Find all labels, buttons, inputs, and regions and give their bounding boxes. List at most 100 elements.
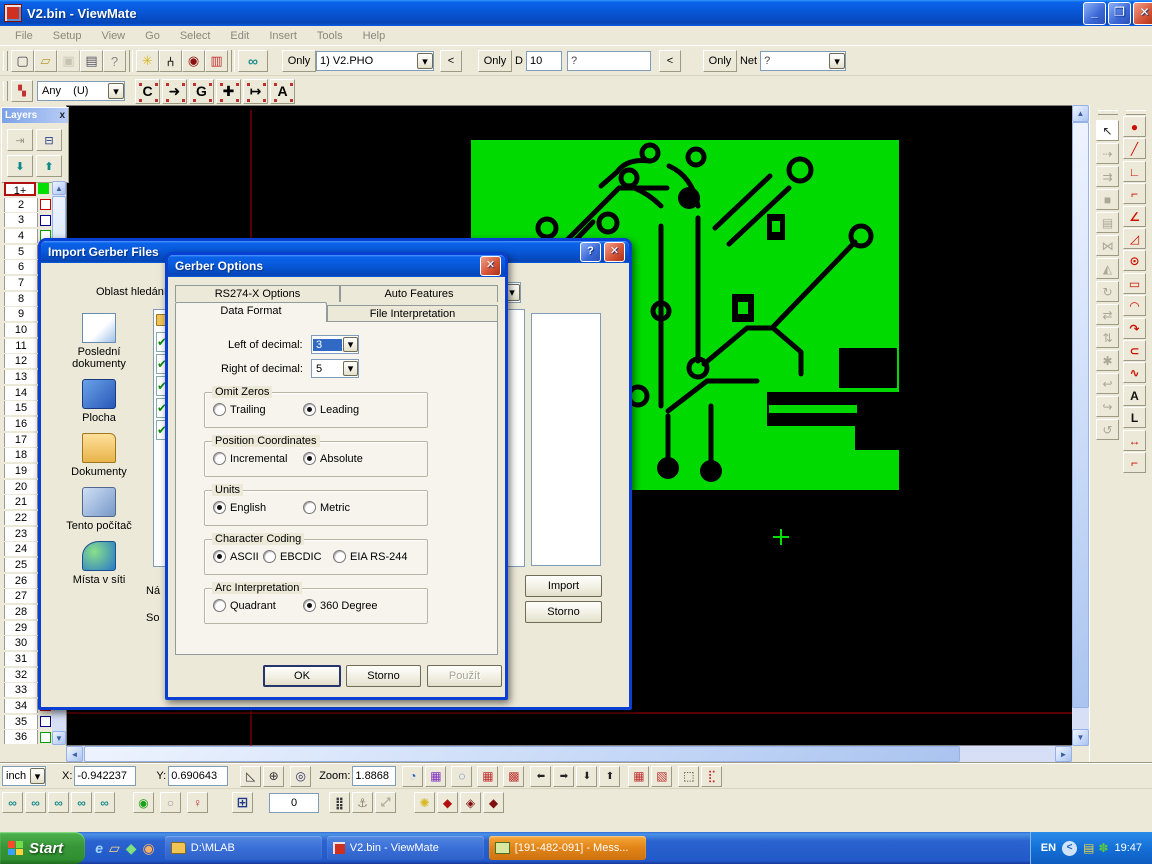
task-button[interactable]: V2.bin - ViewMate: [327, 836, 484, 860]
aperture-flash-icon[interactable]: ✺: [414, 792, 435, 813]
anchor-icon[interactable]: ⚓: [352, 792, 373, 813]
radio-option-ebcdic[interactable]: EBCDIC: [263, 550, 322, 563]
close-button[interactable]: ✕: [1133, 2, 1152, 25]
layer-row[interactable]: 2: [4, 197, 52, 213]
select-cross-button[interactable]: ✚: [216, 79, 241, 104]
pan-up-icon[interactable]: ⬆: [599, 766, 620, 787]
dcode-query-input[interactable]: ?: [567, 51, 651, 71]
tab-file-interpretation[interactable]: File Interpretation: [327, 305, 498, 322]
menu-insert[interactable]: Insert: [260, 28, 306, 44]
radio-option-leading[interactable]: Leading: [303, 403, 359, 416]
draw-polyline-icon[interactable]: ∟: [1123, 161, 1146, 182]
layer-swatch[interactable]: [38, 183, 49, 194]
layer-select[interactable]: 1) V2.PHO▾: [316, 51, 434, 71]
print-icon[interactable]: ▤: [80, 50, 103, 72]
open-file-icon[interactable]: ▱: [34, 50, 57, 72]
dropdown-icon[interactable]: ▾: [343, 361, 358, 376]
start-button[interactable]: Start: [0, 832, 85, 864]
import-close-button[interactable]: ✕: [604, 242, 625, 262]
menu-go[interactable]: Go: [136, 28, 169, 44]
zoom-grid-icon[interactable]: ▦: [425, 766, 446, 787]
radio-option-quadrant[interactable]: Quadrant: [213, 599, 276, 612]
scope-dropdown-icon[interactable]: ▾: [108, 83, 124, 99]
scroll-left-button[interactable]: ◄: [66, 746, 83, 762]
aperture-spin-icon[interactable]: ◈: [460, 792, 481, 813]
layers-scroll-down[interactable]: ▼: [52, 731, 66, 745]
canvas-hscrollbar[interactable]: ◄ ►: [66, 746, 1072, 762]
view-all-glasses-icon[interactable]: ∞: [2, 792, 23, 813]
draw-chord-icon[interactable]: ◠: [1123, 295, 1146, 316]
place-network[interactable]: Místa v síti: [51, 541, 147, 586]
menu-edit[interactable]: Edit: [221, 28, 258, 44]
measure-calipers-icon[interactable]: ⑃: [159, 50, 182, 72]
toolbar-gripper[interactable]: [3, 51, 8, 71]
only-layer-button[interactable]: Only: [282, 50, 316, 72]
import-button[interactable]: Import: [525, 575, 602, 597]
draw-curve-icon[interactable]: ∿: [1123, 362, 1146, 383]
draw-bend-icon[interactable]: ⌐: [1123, 452, 1146, 473]
layer-row[interactable]: 1+: [4, 181, 52, 197]
layer-dropdown-icon[interactable]: ▾: [417, 53, 433, 69]
radio-option-ascii[interactable]: ASCII: [213, 550, 259, 563]
draw-text-icon[interactable]: A: [1123, 385, 1146, 406]
clock[interactable]: 19:47: [1114, 842, 1142, 854]
gerber-cancel-button[interactable]: Storno: [346, 665, 421, 687]
messenger-tray-icon[interactable]: ▤: [1083, 841, 1094, 855]
folder-launch-icon[interactable]: ▱: [109, 840, 120, 857]
ie-icon[interactable]: e: [95, 840, 103, 856]
scroll-down-button[interactable]: ▼: [1072, 729, 1089, 746]
step-points-icon[interactable]: ⤢: [375, 792, 396, 813]
draw-pad-icon[interactable]: ●: [1123, 116, 1146, 137]
pan-right-icon[interactable]: ➡: [553, 766, 574, 787]
select-a-button[interactable]: A: [270, 79, 295, 104]
lamp-probe-icon[interactable]: ♀: [187, 792, 208, 813]
radio-option-metric[interactable]: Metric: [303, 501, 350, 514]
only-net-button[interactable]: Only: [703, 50, 737, 72]
angle-measure-icon[interactable]: ◺: [240, 766, 261, 787]
draw-label-icon[interactable]: L: [1123, 407, 1146, 428]
icq-tray-icon[interactable]: ✽: [1098, 841, 1108, 855]
pan-left-icon[interactable]: ⬅: [530, 766, 551, 787]
select-g-button[interactable]: G: [189, 79, 214, 104]
radio-icon[interactable]: [303, 452, 316, 465]
draw-rect-icon[interactable]: ▭: [1123, 273, 1146, 294]
layers-panel-close-icon[interactable]: x: [59, 110, 65, 121]
layer-row[interactable]: 36: [4, 729, 52, 745]
net-select[interactable]: ?▾: [760, 51, 846, 71]
select-c-button[interactable]: C: [135, 79, 160, 104]
unit-select[interactable]: inch▾: [2, 766, 46, 786]
menu-setup[interactable]: Setup: [44, 28, 91, 44]
menu-select[interactable]: Select: [171, 28, 220, 44]
menu-view[interactable]: View: [92, 28, 134, 44]
radio-icon[interactable]: [303, 403, 316, 416]
context-help-icon[interactable]: ?: [103, 50, 126, 72]
layer-swatch[interactable]: [40, 716, 51, 727]
select-cursor-icon[interactable]: ↖: [1096, 120, 1119, 141]
draw-line-icon[interactable]: ╱: [1123, 138, 1146, 159]
aperture-dot-icon[interactable]: ◆: [483, 792, 504, 813]
pan-down-icon[interactable]: ⬇: [576, 766, 597, 787]
browser-icon[interactable]: ◉: [143, 840, 155, 857]
place-my-computer[interactable]: Tento počítač: [51, 487, 147, 532]
tab-rs274x[interactable]: RS274-X Options: [175, 285, 340, 302]
import-cancel-button[interactable]: Storno: [525, 601, 602, 623]
draw-ellipse-arc-icon[interactable]: ⊂: [1123, 340, 1146, 361]
selected-files-list[interactable]: [531, 313, 601, 566]
select-area-icon[interactable]: ⬚: [678, 766, 699, 787]
radio-icon[interactable]: [213, 452, 226, 465]
apply-button[interactable]: Použít: [427, 665, 502, 687]
right-of-decimal-select[interactable]: 5 ▾: [311, 359, 359, 378]
selection-scope-select[interactable]: Any (U)▾: [37, 81, 125, 101]
radio-icon[interactable]: [213, 501, 226, 514]
tab-data-format[interactable]: Data Format: [175, 302, 327, 322]
radio-option-english[interactable]: English: [213, 501, 266, 514]
left-of-decimal-select[interactable]: 3 ▾: [311, 335, 359, 354]
tray-chevron-icon[interactable]: <: [1062, 841, 1077, 856]
draw-toolbar-gripper[interactable]: [1126, 110, 1146, 115]
grid-copy-icon[interactable]: ▦: [628, 766, 649, 787]
draw-triangle-icon[interactable]: ◿: [1123, 228, 1146, 249]
layers-scroll-up[interactable]: ▲: [52, 181, 66, 195]
ok-button[interactable]: OK: [263, 665, 341, 687]
origin-target-icon[interactable]: ⊕: [263, 766, 284, 787]
selection-mode-icon[interactable]: ▚: [11, 80, 33, 102]
